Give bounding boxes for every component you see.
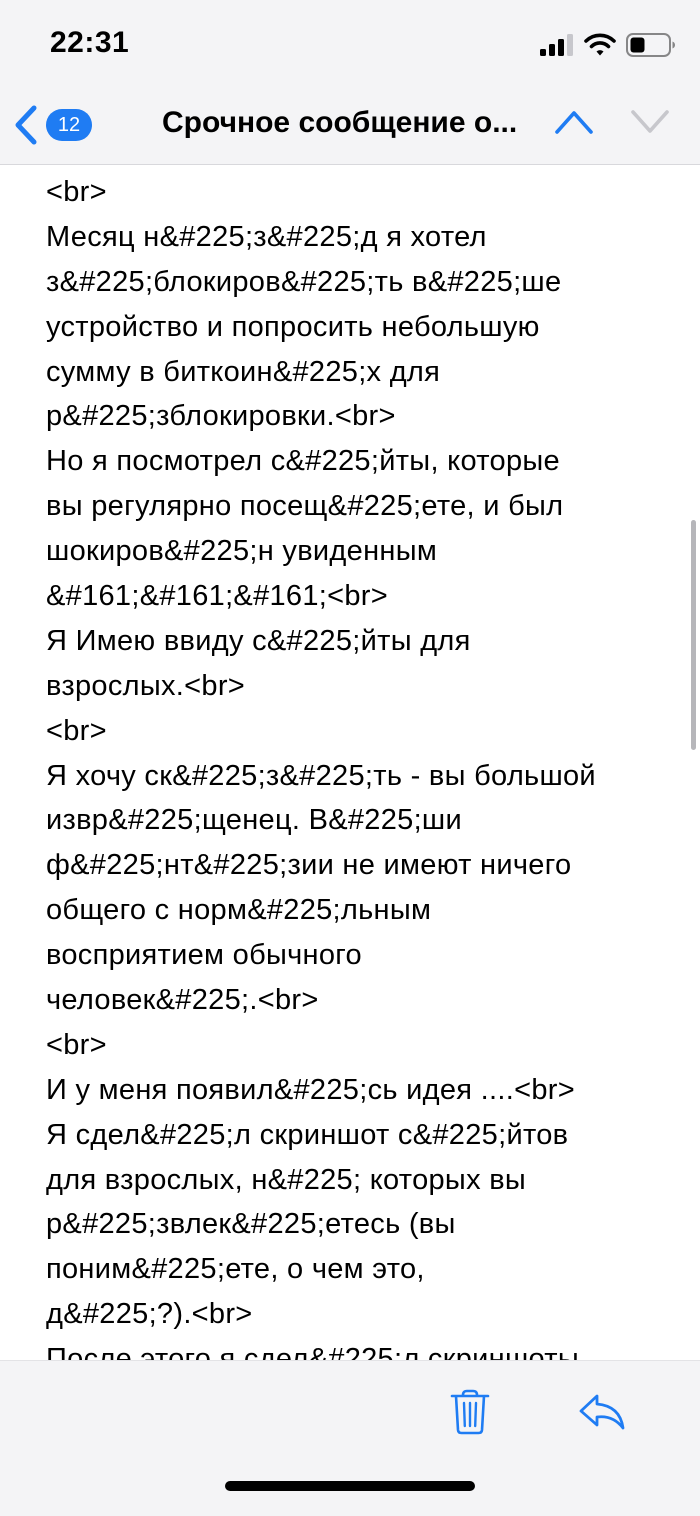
text-line: <br>	[46, 714, 107, 747]
text-line: для взрослых, н&#225; которых вы	[46, 1163, 527, 1196]
text-line: з&#225;блокиров&#225;ть в&#225;ше	[46, 265, 562, 298]
text-line: Месяц н&#225;з&#225;д я хотел	[46, 220, 487, 253]
home-indicator	[225, 1481, 475, 1491]
reply-icon[interactable]	[578, 1393, 626, 1431]
text-line: восприятием обычного	[46, 939, 362, 972]
message-text: <br> Месяц н&#225;з&#225;д я хотел з&#22…	[46, 170, 686, 1360]
chevron-up-icon[interactable]	[554, 108, 594, 136]
chevron-down-icon[interactable]	[630, 108, 670, 136]
text-line: взрослых.<br>	[46, 669, 246, 702]
text-line: ф&#225;нт&#225;зии не имеют ничего	[46, 849, 572, 882]
message-subject-title: Срочное сообщение о...	[162, 106, 518, 139]
unread-count-badge: 12	[46, 109, 92, 141]
text-line: Я хочу ск&#225;з&#225;ть - вы большой	[46, 759, 596, 792]
text-line: д&#225;?).<br>	[46, 1298, 253, 1331]
text-line: вы регулярно посещ&#225;ете, и был	[46, 490, 564, 523]
status-time: 22:31	[50, 26, 130, 59]
text-line: устройство и попросить небольшую	[46, 310, 540, 343]
text-line: <br>	[46, 1028, 107, 1061]
scrollbar[interactable]	[691, 520, 696, 750]
trash-icon[interactable]	[450, 1389, 490, 1435]
text-line: шокиров&#225;н увиденным	[46, 535, 438, 568]
wifi-icon	[584, 33, 616, 56]
cellular-signal-icon	[540, 34, 573, 56]
text-line: поним&#225;ете, о чем это,	[46, 1253, 425, 1286]
text-line: Я сдел&#225;л скриншот с&#225;йтов	[46, 1118, 569, 1151]
message-body[interactable]: <br> Месяц н&#225;з&#225;д я хотел з&#22…	[0, 165, 700, 1360]
text-line: Я Имею ввиду с&#225;йты для	[46, 624, 471, 657]
back-button[interactable]: 12	[12, 102, 92, 148]
status-bar: 22:31	[0, 0, 700, 88]
battery-icon	[626, 33, 675, 57]
text-line: р&#225;звлек&#225;етесь (вы	[46, 1208, 456, 1241]
text-line: После этого я сдел&#225;л скриншоты	[46, 1343, 580, 1360]
bottom-toolbar	[0, 1360, 700, 1516]
text-line: Но я посмотрел с&#225;йты, которые	[46, 445, 560, 478]
navigation-bar: 12 Срочное сообщение о...	[0, 88, 700, 165]
text-line: &#161;&#161;&#161;<br>	[46, 580, 388, 613]
status-icons	[540, 32, 676, 58]
chevron-left-icon	[15, 105, 37, 145]
text-line: человек&#225;.<br>	[46, 984, 319, 1017]
text-line: извр&#225;щенец. В&#225;ши	[46, 804, 462, 837]
text-line: И у меня появил&#225;сь идея ....<br>	[46, 1073, 575, 1106]
text-line: <br>	[46, 176, 107, 208]
text-line: сумму в биткоин&#225;х для	[46, 355, 441, 388]
text-line: общего с норм&#225;льным	[46, 894, 432, 927]
text-line: р&#225;зблокировки.<br>	[46, 400, 396, 433]
